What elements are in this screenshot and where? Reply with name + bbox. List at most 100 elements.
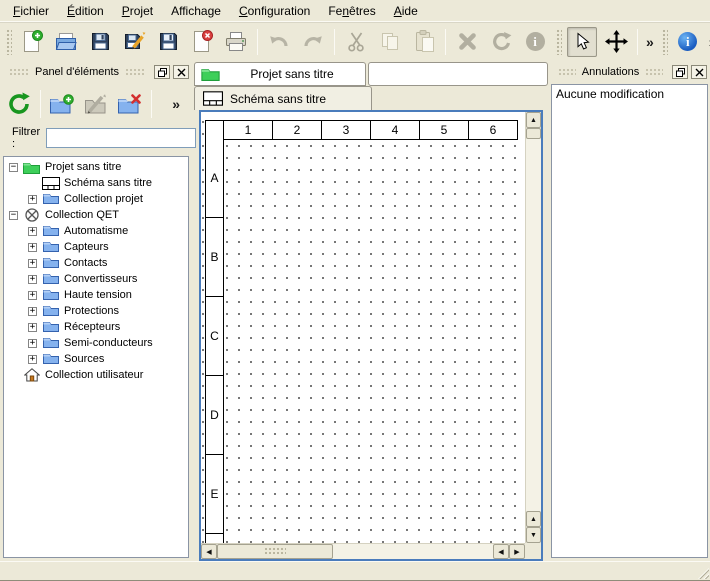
collapse-icon[interactable]: − xyxy=(9,163,18,172)
scroll-left-button[interactable]: ◀ xyxy=(201,544,217,559)
titlebar-texture xyxy=(645,68,663,77)
reload-collections-button[interactable] xyxy=(2,87,36,121)
tab-project[interactable]: Projet sans titre xyxy=(194,62,366,86)
toolbar-drag-handle[interactable] xyxy=(661,29,668,55)
scroll-down-button[interactable]: ▼ xyxy=(526,527,541,543)
expand-icon[interactable]: + xyxy=(28,323,37,332)
undo-history-list[interactable]: Aucune modification xyxy=(551,84,708,558)
diagram-row-header: ABCDE xyxy=(205,139,224,543)
elements-panel-titlebar[interactable]: Panel d'éléments xyxy=(3,62,189,82)
diagram-view: 123456 ABCDE ▲ ▲ ▼ ◀ ◀ ▶ xyxy=(199,110,543,561)
rotate-icon xyxy=(491,31,512,52)
expand-icon[interactable]: + xyxy=(28,339,37,348)
tab-project-label: Projet sans titre xyxy=(225,67,359,81)
tree-item-haute-tension[interactable]: +Haute tension xyxy=(4,287,188,303)
folder-icon xyxy=(41,272,60,286)
open-project-button[interactable] xyxy=(51,27,81,57)
close-file-button[interactable] xyxy=(187,27,217,57)
scroll-left-button[interactable]: ◀ xyxy=(493,544,509,559)
tab-schema-label: Schéma sans titre xyxy=(230,92,326,106)
titlebar-texture xyxy=(9,68,29,77)
project-icon xyxy=(22,160,41,174)
tree-item-contacts[interactable]: +Contacts xyxy=(4,255,188,271)
tree-item-protections[interactable]: +Protections xyxy=(4,303,188,319)
tree-item-capteurs[interactable]: +Capteurs xyxy=(4,239,188,255)
menu-item-fenetres[interactable]: Fenêtres xyxy=(319,1,384,21)
menu-item-configuration[interactable]: Configuration xyxy=(230,1,319,21)
vertical-scrollbar-thumb[interactable] xyxy=(526,128,541,139)
toolbar-drag-handle[interactable] xyxy=(5,29,12,55)
toolbar-drag-handle[interactable] xyxy=(555,29,562,55)
tree-item-sources[interactable]: +Sources xyxy=(4,351,188,367)
folder-icon xyxy=(41,192,60,206)
tree-item-label: Récepteurs xyxy=(64,321,120,333)
save-as-button[interactable] xyxy=(119,27,149,57)
folder-pencil-icon xyxy=(83,94,109,115)
menu-item-edition[interactable]: Édition xyxy=(58,1,113,21)
select-tool-button[interactable] xyxy=(567,27,597,57)
print-button[interactable] xyxy=(221,27,251,57)
expand-icon[interactable]: + xyxy=(28,195,37,204)
rotate-button xyxy=(486,27,516,57)
vertical-scrollbar[interactable]: ▲ ▲ ▼ xyxy=(525,112,541,543)
folder-icon xyxy=(41,256,60,270)
horizontal-scrollbar-track[interactable] xyxy=(333,544,493,559)
horizontal-scrollbar[interactable]: ◀ ◀ ▶ xyxy=(201,543,525,559)
tree-item-projet-sans-titre[interactable]: −Projet sans titre xyxy=(4,159,188,175)
resize-grip[interactable] xyxy=(695,565,709,579)
menu-item-affichage[interactable]: Affichage xyxy=(162,1,230,21)
scroll-up-button[interactable]: ▲ xyxy=(526,112,541,128)
floppy-pencil-icon xyxy=(123,31,146,52)
expand-icon[interactable]: + xyxy=(28,307,37,316)
collapse-icon[interactable]: − xyxy=(9,211,18,220)
scroll-right-button[interactable]: ▶ xyxy=(509,544,525,559)
about-button[interactable]: i xyxy=(673,27,703,57)
expand-icon[interactable]: + xyxy=(28,227,37,236)
project-tab-bar: Projet sans titre xyxy=(194,62,548,86)
filter-input[interactable] xyxy=(46,128,196,148)
element-tree[interactable]: −Projet sans titreSchéma sans titre+Coll… xyxy=(3,156,189,558)
expand-icon[interactable]: + xyxy=(28,355,37,364)
tab-schema[interactable]: Schéma sans titre xyxy=(194,86,372,110)
expand-icon[interactable]: + xyxy=(28,291,37,300)
menu-item-aide[interactable]: Aide xyxy=(385,1,427,21)
undo-list-item[interactable]: Aucune modification xyxy=(556,87,703,104)
expand-icon[interactable]: + xyxy=(28,243,37,252)
panel-toolbar-overflow-button[interactable]: » xyxy=(168,96,184,112)
tree-item-recepteurs[interactable]: + Récepteurs xyxy=(4,319,188,335)
diagram-corner-cell xyxy=(205,120,224,140)
undo-panel-titlebar[interactable]: Annulations xyxy=(552,62,707,82)
save-all-button[interactable] xyxy=(153,27,183,57)
tree-item-collection-utilisateur[interactable]: Collection utilisateur xyxy=(4,367,188,383)
expand-icon[interactable]: + xyxy=(28,275,37,284)
move-tool-button[interactable] xyxy=(601,27,631,57)
diagram-column-header: 123456 xyxy=(205,120,518,140)
expand-icon[interactable]: + xyxy=(28,259,37,268)
tree-item-automatisme[interactable]: +Automatisme xyxy=(4,223,188,239)
save-button[interactable] xyxy=(85,27,115,57)
tree-item-convertisseurs[interactable]: +Convertisseurs xyxy=(4,271,188,287)
close-panel-button[interactable] xyxy=(691,65,707,79)
delete-category-button[interactable] xyxy=(113,87,147,121)
copy-button xyxy=(375,27,405,57)
tree-item-schema-sans-titre[interactable]: Schéma sans titre xyxy=(4,175,188,191)
vertical-scrollbar-track[interactable] xyxy=(526,139,541,511)
tree-item-label: Collection QET xyxy=(45,209,119,221)
diagram-canvas[interactable]: 123456 ABCDE xyxy=(201,112,525,543)
close-panel-button[interactable] xyxy=(173,65,189,79)
float-panel-button[interactable] xyxy=(154,65,170,79)
toolbar-overflow-button[interactable]: » xyxy=(642,34,658,50)
menu-item-projet[interactable]: Projet xyxy=(113,1,162,21)
horizontal-scrollbar-thumb[interactable] xyxy=(217,544,333,559)
scroll-up-button[interactable]: ▲ xyxy=(526,511,541,527)
filter-label: Filtrer : xyxy=(12,126,40,150)
tree-item-collection-qet[interactable]: − Collection QET xyxy=(4,207,188,223)
tree-item-collection-projet[interactable]: +Collection projet xyxy=(4,191,188,207)
new-project-button[interactable] xyxy=(17,27,47,57)
cut-button xyxy=(341,27,371,57)
toolbar-overflow-button[interactable]: » xyxy=(705,34,710,50)
tree-item-semi-conducteurs[interactable]: +Semi-conducteurs xyxy=(4,335,188,351)
menu-item-fichier[interactable]: Fichier xyxy=(4,1,58,21)
float-panel-button[interactable] xyxy=(672,65,688,79)
new-category-button[interactable] xyxy=(45,87,79,121)
